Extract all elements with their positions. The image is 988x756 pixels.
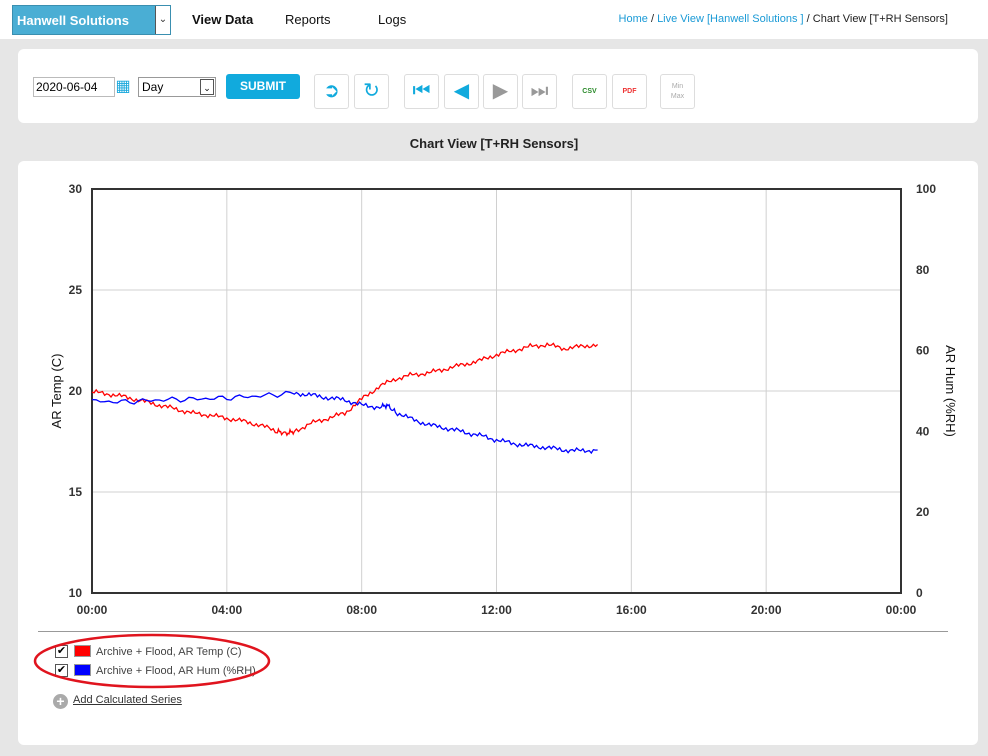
x-tick-label: 00:00 bbox=[886, 603, 917, 617]
series-line-humidity bbox=[91, 390, 598, 455]
x-tick-label: 08:00 bbox=[346, 603, 377, 617]
series-line-temp bbox=[91, 342, 599, 437]
left-tick-label: 20 bbox=[69, 384, 83, 398]
x-tick-label: 20:00 bbox=[751, 603, 782, 617]
left-tick-label: 10 bbox=[69, 586, 83, 600]
x-tick-label: 04:00 bbox=[211, 603, 242, 617]
right-tick-label: 80 bbox=[916, 263, 930, 277]
right-tick-label: 100 bbox=[916, 182, 936, 196]
highlight-ellipse bbox=[33, 633, 271, 689]
left-axis-label: AR Temp (C) bbox=[49, 354, 64, 429]
left-tick-label: 15 bbox=[69, 485, 83, 499]
add-calculated-series-link[interactable]: Add Calculated Series bbox=[73, 694, 182, 706]
x-tick-label: 12:00 bbox=[481, 603, 512, 617]
left-tick-label: 30 bbox=[69, 182, 83, 196]
left-tick-label: 25 bbox=[69, 283, 83, 297]
right-axis-label: AR Hum (%RH) bbox=[943, 345, 958, 437]
plus-circle-icon[interactable]: + bbox=[53, 694, 68, 709]
right-tick-label: 0 bbox=[916, 586, 923, 600]
x-tick-label: 00:00 bbox=[77, 603, 108, 617]
right-tick-label: 20 bbox=[916, 505, 930, 519]
right-tick-label: 40 bbox=[916, 424, 930, 438]
right-tick-label: 60 bbox=[916, 344, 930, 358]
x-tick-label: 16:00 bbox=[616, 603, 647, 617]
